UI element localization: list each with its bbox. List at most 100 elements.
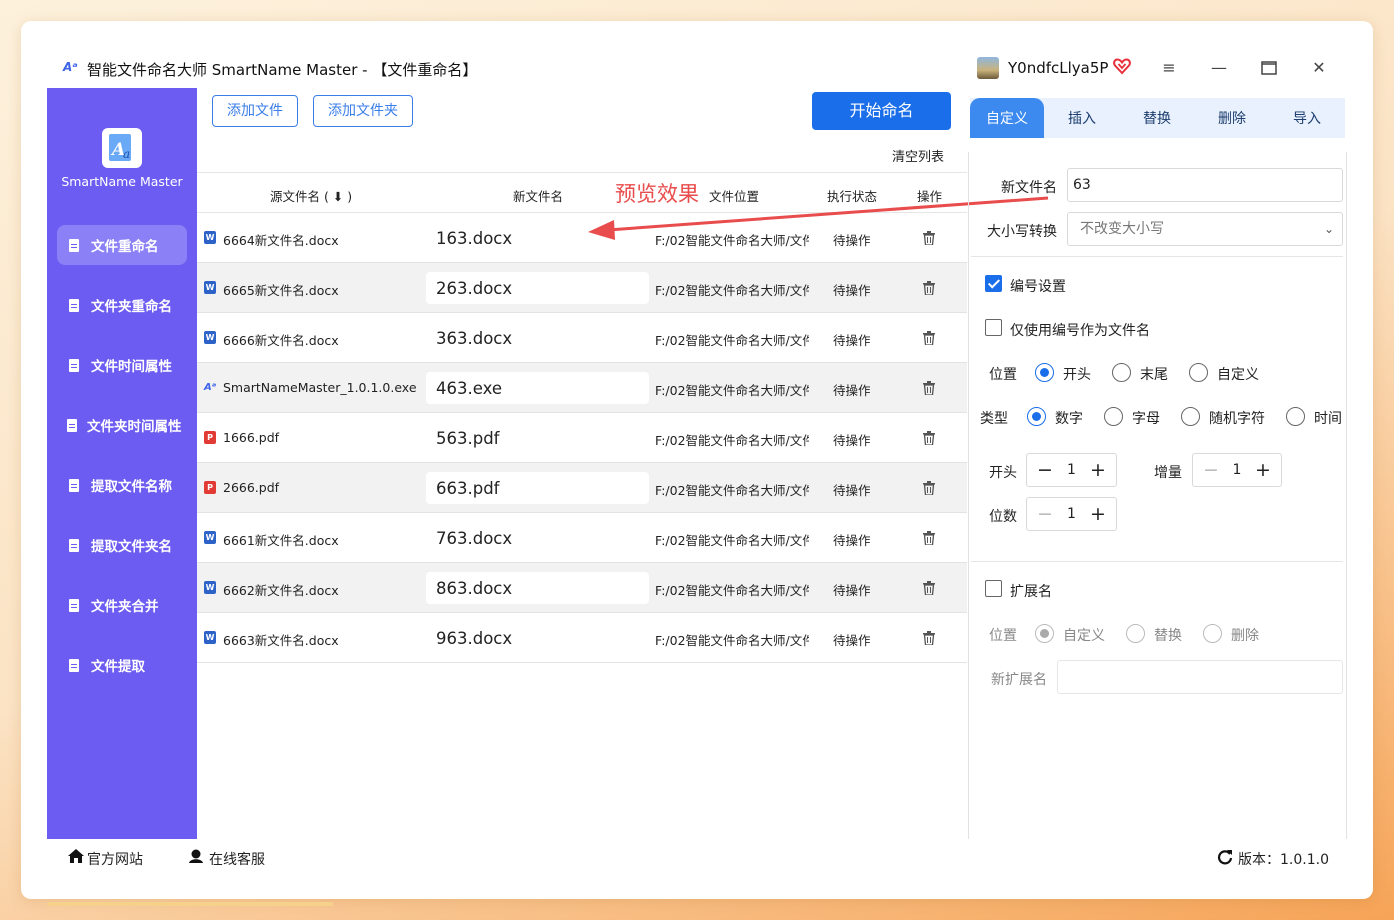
status-text: 待操作 xyxy=(833,383,871,398)
position-custom-radio[interactable] xyxy=(1189,363,1208,382)
file-location: F:/02智能文件命名大师/文件命名 xyxy=(655,583,809,598)
add-folder-button[interactable]: 添加文件夹 xyxy=(313,95,413,127)
source-filename: 2666.pdf xyxy=(223,480,280,495)
type-time-radio[interactable] xyxy=(1286,407,1305,426)
tab-replace[interactable]: 替换 xyxy=(1120,98,1194,138)
new-ext-input[interactable] xyxy=(1057,660,1343,694)
numbering-checkbox[interactable] xyxy=(985,275,1002,292)
sidebar-item-label: 文件夹合并 xyxy=(91,599,159,615)
plus-icon[interactable]: + xyxy=(1080,459,1116,481)
position-end-radio[interactable] xyxy=(1112,363,1131,382)
ext-custom-radio[interactable] xyxy=(1035,624,1054,643)
new-filename[interactable]: 963.docx xyxy=(426,622,649,654)
trash-icon[interactable] xyxy=(923,481,935,495)
app-logo-icon: A a xyxy=(109,134,131,161)
new-filename[interactable]: 663.pdf xyxy=(426,472,649,504)
vip-heart-icon[interactable] xyxy=(1112,56,1132,76)
online-support-link[interactable]: 在线客服 xyxy=(209,849,265,869)
ext-delete-radio[interactable] xyxy=(1203,624,1222,643)
tab-insert[interactable]: 插入 xyxy=(1045,98,1119,138)
table-row[interactable]: W 6664新文件名.docx 163.docx F:/02智能文件命名大师/文件命名… xyxy=(197,213,967,263)
new-filename[interactable]: 763.docx xyxy=(426,522,649,554)
ext-replace-radio[interactable] xyxy=(1126,624,1145,643)
table-row[interactable]: W 6662新文件名.docx 863.docx F:/02智能文件命名大师/文件命名… xyxy=(197,563,967,613)
menu-icon[interactable]: ≡ xyxy=(1156,56,1182,80)
type-number-radio[interactable] xyxy=(1027,407,1046,426)
table-row[interactable]: Aᵃ SmartNameMaster_1.0.1.0.exe 463.exe F:/0… xyxy=(197,363,967,413)
start-rename-button[interactable]: 开始命名 xyxy=(812,92,951,130)
digits-value[interactable]: 1 xyxy=(1063,506,1080,522)
tab-delete[interactable]: 删除 xyxy=(1195,98,1269,138)
word-file-icon: W xyxy=(204,631,216,644)
sidebar-item-label: 提取文件夹名 xyxy=(91,539,172,555)
sidebar-item-file-rename[interactable]: 文件重命名 xyxy=(57,225,187,265)
table-row[interactable]: W 6666新文件名.docx 363.docx F:/02智能文件命名大师/文件命名… xyxy=(197,313,967,363)
trash-icon[interactable] xyxy=(923,381,935,395)
extension-checkbox[interactable] xyxy=(985,580,1002,597)
sidebar-item-file-time[interactable]: 文件时间属性 xyxy=(57,345,187,385)
document-icon xyxy=(69,358,79,372)
trash-icon[interactable] xyxy=(923,281,935,295)
new-filename[interactable]: 363.docx xyxy=(426,322,649,354)
header-source[interactable]: 源文件名 ( ⬇ ) xyxy=(270,186,352,205)
trash-icon[interactable] xyxy=(923,431,935,445)
sidebar-item-extract-foldername[interactable]: 提取文件夹名 xyxy=(57,525,187,565)
position-start-radio[interactable] xyxy=(1035,363,1054,382)
sidebar-item-extract-filename[interactable]: 提取文件名称 xyxy=(57,465,187,505)
new-filename[interactable]: 863.docx xyxy=(426,572,649,604)
user-name[interactable]: Y0ndfcLlya5P xyxy=(1008,59,1108,77)
new-filename[interactable]: 463.exe xyxy=(426,372,649,404)
start-stepper[interactable]: − 1 + xyxy=(1026,453,1117,487)
maximize-button[interactable] xyxy=(1256,56,1282,80)
start-value[interactable]: 1 xyxy=(1063,462,1080,478)
table-row[interactable]: W 6663新文件名.docx 963.docx F:/02智能文件命名大师/文件命名… xyxy=(197,613,967,663)
minus-icon[interactable]: − xyxy=(1027,459,1063,481)
close-button[interactable]: ✕ xyxy=(1306,56,1332,80)
trash-icon[interactable] xyxy=(923,231,935,245)
sidebar-item-folder-merge[interactable]: 文件夹合并 xyxy=(57,585,187,625)
sidebar-item-label: 文件提取 xyxy=(91,659,145,675)
avatar[interactable] xyxy=(977,57,999,79)
type-letter-label: 字母 xyxy=(1132,411,1160,427)
table-row[interactable]: W 6661新文件名.docx 763.docx F:/02智能文件命名大师/文件命名… xyxy=(197,513,967,563)
clear-list-link[interactable]: 清空列表 xyxy=(892,146,944,165)
plus-icon[interactable]: + xyxy=(1080,503,1116,525)
table-row[interactable]: W 6665新文件名.docx 263.docx F:/02智能文件命名大师/文件命名… xyxy=(197,263,967,313)
type-letter-radio[interactable] xyxy=(1104,407,1123,426)
only-number-checkbox[interactable] xyxy=(985,319,1002,336)
sidebar-item-folder-rename[interactable]: 文件夹重命名 xyxy=(57,285,187,325)
tab-custom[interactable]: 自定义 xyxy=(970,98,1044,138)
type-random-radio[interactable] xyxy=(1181,407,1200,426)
sidebar-item-folder-time[interactable]: 文件夹时间属性 xyxy=(57,405,187,445)
chevron-down-icon: ⌄ xyxy=(1323,222,1334,236)
new-name-input[interactable]: 63 xyxy=(1067,168,1343,202)
trash-icon[interactable] xyxy=(923,581,935,595)
increment-value[interactable]: 1 xyxy=(1229,462,1245,478)
position-end-label: 末尾 xyxy=(1140,367,1168,383)
new-filename[interactable]: 163.docx xyxy=(426,222,649,254)
case-select[interactable]: 不改变大小写 ⌄ xyxy=(1067,212,1343,246)
trash-icon[interactable] xyxy=(923,331,935,345)
table-row[interactable]: P 2666.pdf 663.pdf F:/02智能文件命名大师/文件命名 待操作 xyxy=(197,463,967,513)
digits-stepper[interactable]: − 1 + xyxy=(1026,497,1117,531)
minus-icon[interactable]: − xyxy=(1193,459,1229,481)
sidebar-item-file-extract[interactable]: 文件提取 xyxy=(57,645,187,685)
increment-stepper[interactable]: − 1 + xyxy=(1192,453,1282,487)
official-website-link[interactable]: 官方网站 xyxy=(87,849,143,869)
new-name-label: 新文件名 xyxy=(1001,180,1057,196)
new-filename[interactable]: 263.docx xyxy=(426,272,649,304)
minus-icon[interactable]: − xyxy=(1027,503,1063,525)
new-filename[interactable]: 563.pdf xyxy=(426,422,649,454)
type-random-label: 随机字符 xyxy=(1209,411,1265,427)
add-file-button[interactable]: 添加文件 xyxy=(212,95,298,127)
trash-icon[interactable] xyxy=(923,631,935,645)
table-row[interactable]: P 1666.pdf 563.pdf F:/02智能文件命名大师/文件命名 待操作 xyxy=(197,413,967,463)
ext-replace-label: 替换 xyxy=(1154,628,1182,644)
plus-icon[interactable]: + xyxy=(1245,459,1281,481)
source-filename: 6662新文件名.docx xyxy=(223,583,339,598)
version-text[interactable]: 版本：1.0.1.0 xyxy=(1238,849,1329,869)
source-filename: 6665新文件名.docx xyxy=(223,283,339,298)
tab-import[interactable]: 导入 xyxy=(1270,98,1344,138)
trash-icon[interactable] xyxy=(923,531,935,545)
minimize-button[interactable]: — xyxy=(1206,56,1232,80)
